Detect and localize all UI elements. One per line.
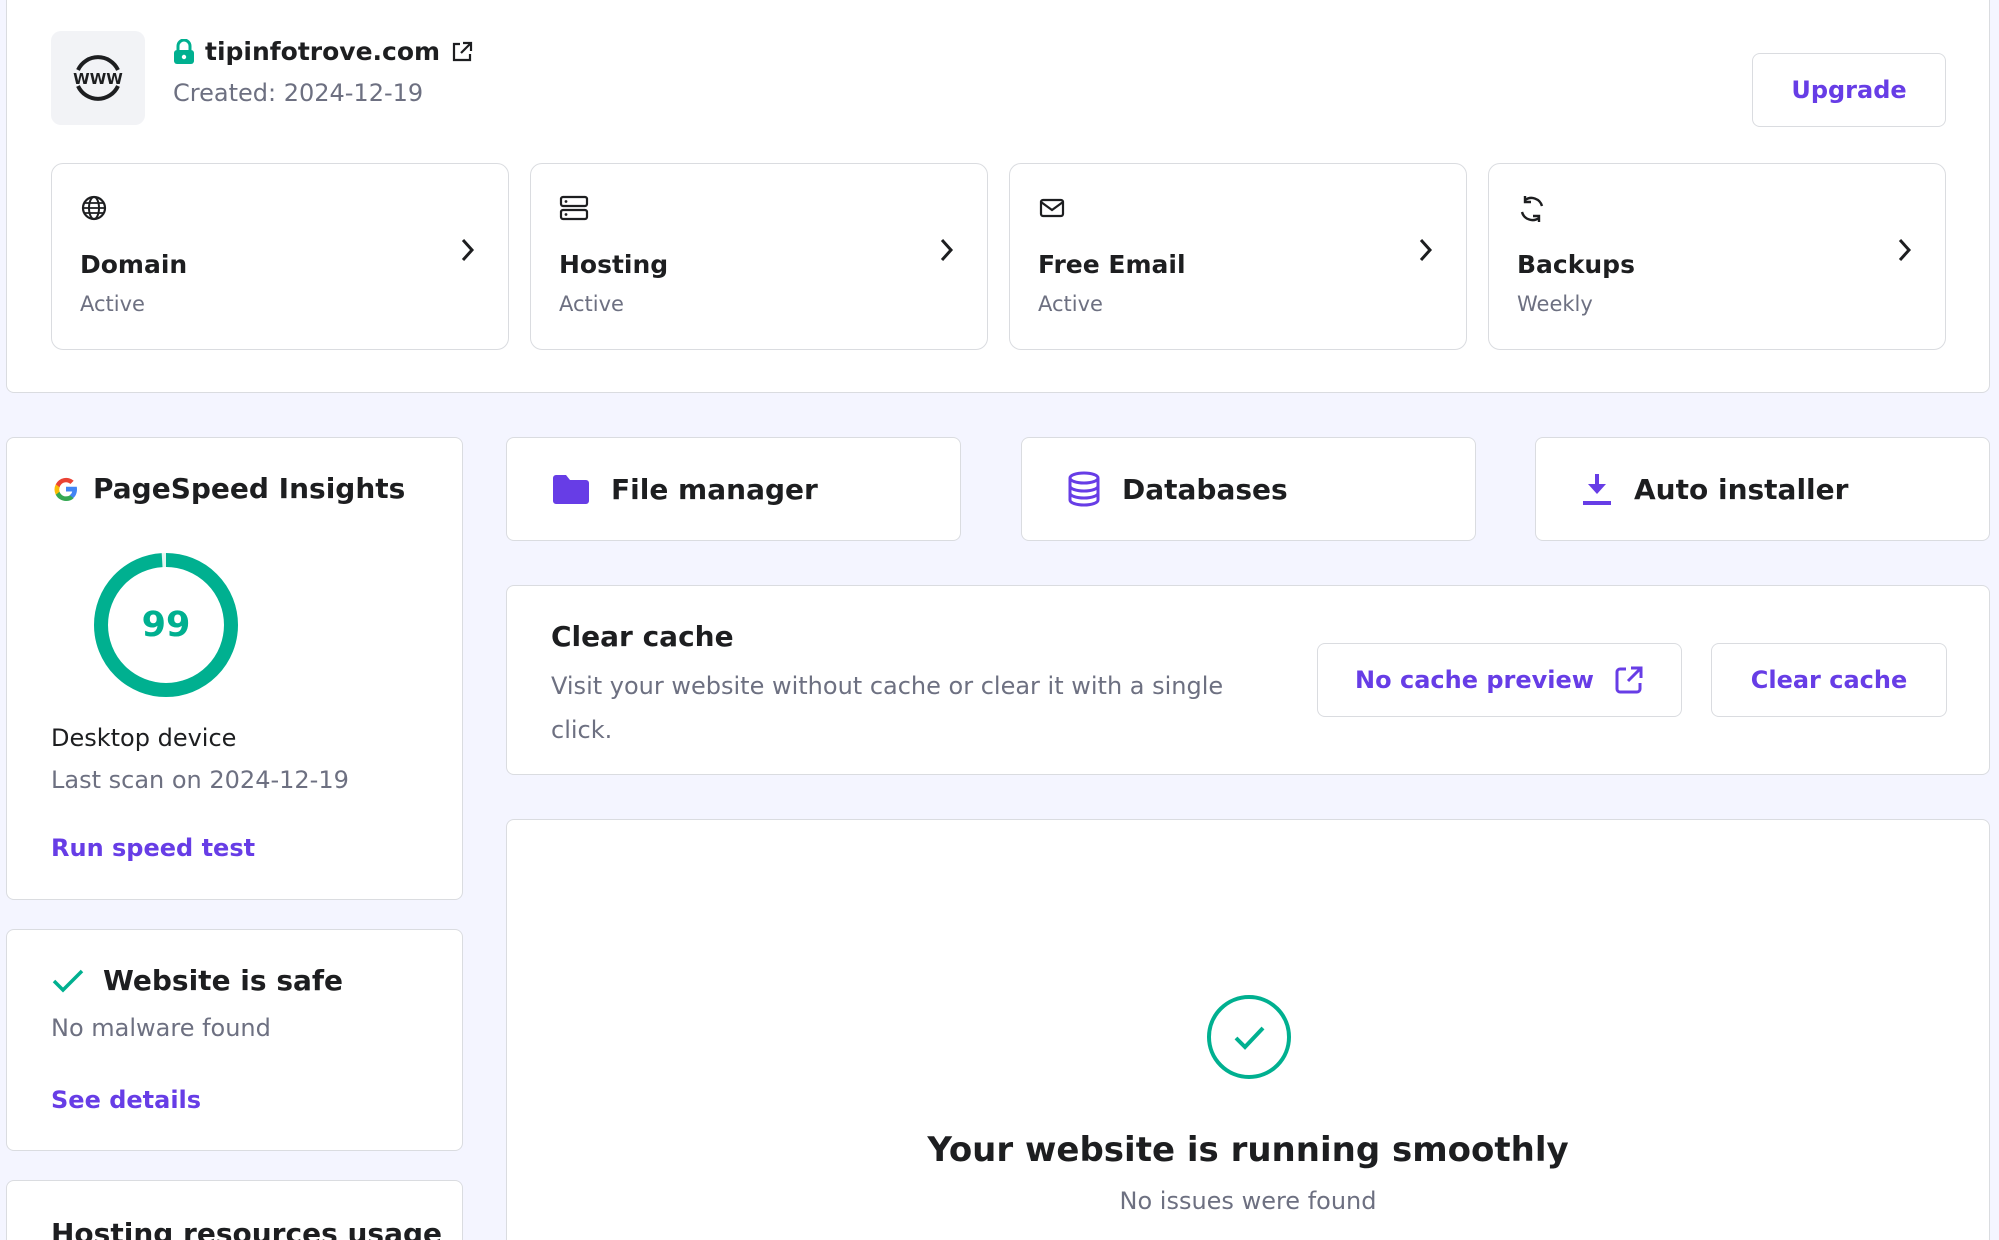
- no-cache-preview-button[interactable]: No cache preview: [1317, 643, 1682, 717]
- website-overview-card: WWW tipinfotrove.com Created: 2024-12-19…: [6, 0, 1990, 393]
- download-icon: [1583, 474, 1611, 505]
- tile-status: Weekly: [1517, 292, 1593, 316]
- clear-cache-card: Clear cache Visit your website without c…: [506, 585, 1990, 775]
- tile-title: Backups: [1517, 250, 1635, 279]
- tile-hosting[interactable]: Hosting Active: [530, 163, 988, 350]
- security-header: Website is safe: [51, 964, 343, 997]
- status-title: Your website is running smoothly: [927, 1130, 1569, 1170]
- status-subtitle: No issues were found: [1119, 1187, 1377, 1215]
- domain-row: tipinfotrove.com: [173, 37, 474, 66]
- www-globe-icon: WWW: [73, 55, 123, 101]
- no-cache-preview-label: No cache preview: [1355, 666, 1594, 694]
- chevron-right-icon: [1898, 238, 1912, 262]
- tile-backups[interactable]: Backups Weekly: [1488, 163, 1946, 350]
- security-title: Website is safe: [103, 964, 344, 997]
- server-icon: [559, 195, 589, 221]
- folder-icon: [553, 475, 589, 504]
- pagespeed-score: 99: [141, 605, 191, 645]
- sync-icon: [1520, 196, 1544, 222]
- clear-cache-title: Clear cache: [551, 620, 734, 653]
- pagespeed-title: PageSpeed Insights: [93, 472, 406, 505]
- chevron-right-icon: [940, 238, 954, 262]
- lock-icon: [174, 38, 194, 64]
- chevron-right-icon: [1419, 238, 1433, 262]
- website-status-card: Your website is running smoothly No issu…: [506, 819, 1990, 1240]
- clear-cache-description: Visit your website without cache or clea…: [551, 672, 1224, 744]
- tile-domain[interactable]: Domain Active: [51, 163, 509, 350]
- svg-text:WWW: WWW: [73, 70, 123, 88]
- tile-status: Active: [1038, 292, 1103, 316]
- tile-title: Free Email: [1038, 250, 1186, 279]
- globe-icon: [81, 195, 107, 221]
- google-icon: [54, 477, 77, 501]
- run-speed-test-link[interactable]: Run speed test: [51, 834, 255, 862]
- tile-status: Active: [559, 292, 624, 316]
- security-card: Website is safe No malware found See det…: [6, 929, 463, 1151]
- pagespeed-header: PageSpeed Insights: [51, 472, 405, 505]
- pagespeed-card: PageSpeed Insights 99 Desktop device Las…: [6, 437, 463, 900]
- file-manager-button[interactable]: File manager: [506, 437, 961, 541]
- success-check-circle-icon: [1207, 995, 1291, 1079]
- tile-status: Active: [80, 292, 145, 316]
- upgrade-button[interactable]: Upgrade: [1752, 53, 1946, 127]
- quick-link-label: Databases: [1122, 472, 1288, 506]
- external-link-icon[interactable]: [450, 40, 474, 64]
- tile-free-email[interactable]: Free Email Active: [1009, 163, 1467, 350]
- mail-icon: [1039, 198, 1065, 218]
- created-date: Created: 2024-12-19: [173, 79, 424, 107]
- resources-title: Hosting resources usage: [51, 1217, 443, 1240]
- domain-name-link[interactable]: tipinfotrove.com: [205, 37, 440, 66]
- external-link-icon: [1615, 666, 1643, 694]
- security-subtitle: No malware found: [51, 1014, 271, 1042]
- chevron-right-icon: [461, 238, 475, 262]
- see-details-link[interactable]: See details: [51, 1086, 201, 1114]
- database-icon: [1068, 471, 1100, 507]
- quick-link-label: Auto installer: [1634, 472, 1849, 506]
- pagespeed-last-scan: Last scan on 2024-12-19: [51, 766, 349, 794]
- tile-title: Hosting: [559, 250, 669, 279]
- clear-cache-button[interactable]: Clear cache: [1711, 643, 1947, 717]
- databases-button[interactable]: Databases: [1021, 437, 1476, 541]
- quick-link-label: File manager: [611, 472, 818, 506]
- tile-title: Domain: [80, 250, 188, 279]
- auto-installer-button[interactable]: Auto installer: [1535, 437, 1990, 541]
- check-icon: [52, 969, 84, 992]
- website-logo: WWW: [51, 31, 145, 125]
- pagespeed-device: Desktop device: [51, 724, 237, 752]
- resources-card: Hosting resources usage: [6, 1180, 463, 1240]
